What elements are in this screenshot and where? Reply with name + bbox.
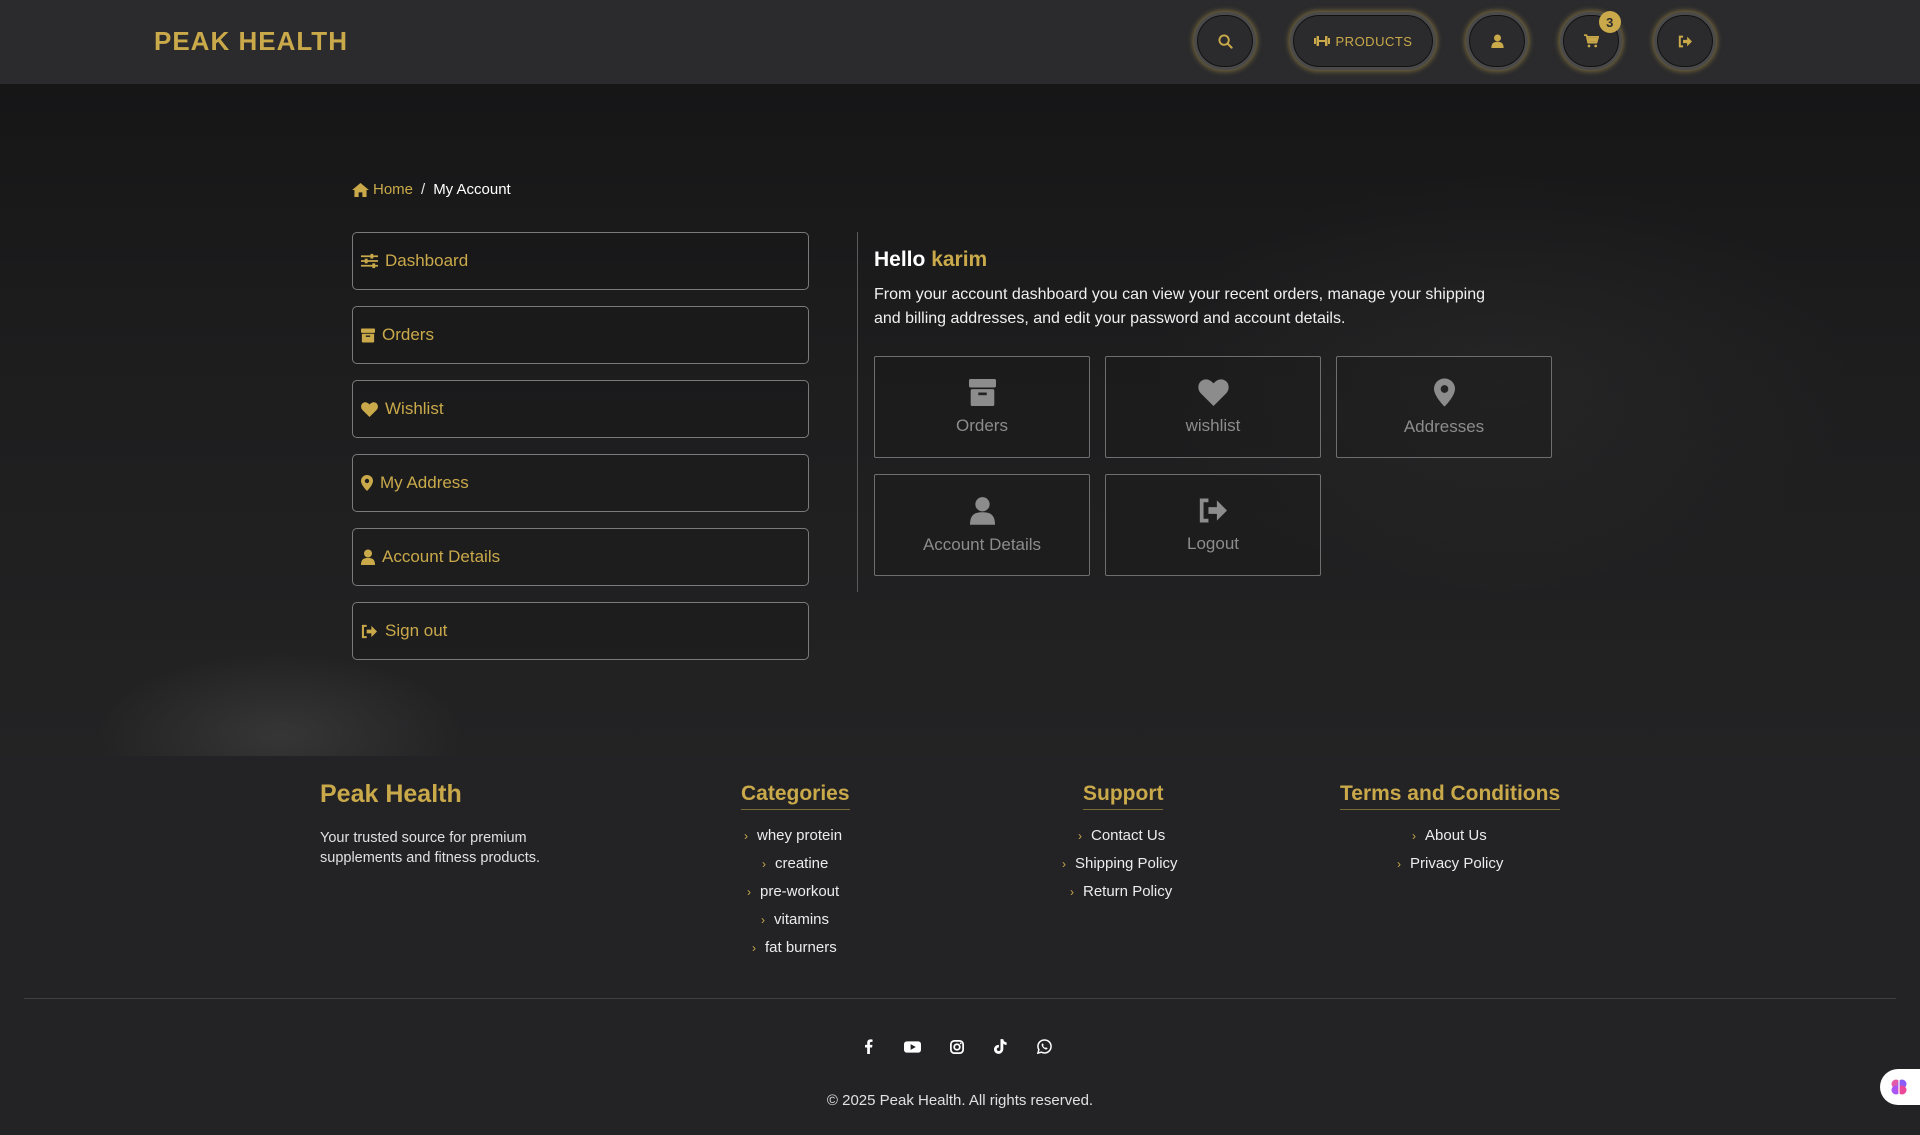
footer-link-fat-burners[interactable]: › fat burners bbox=[752, 939, 837, 956]
greeting-text: Hello bbox=[874, 248, 926, 271]
footer-link-privacy-policy[interactable]: › Privacy Policy bbox=[1397, 855, 1503, 872]
sidebar-item-orders[interactable]: Orders bbox=[352, 306, 809, 364]
sign-out-button[interactable] bbox=[1654, 12, 1716, 70]
brand-logo[interactable]: PEAK HEALTH bbox=[154, 26, 348, 57]
footer-link-return-policy[interactable]: › Return Policy bbox=[1070, 883, 1172, 900]
tiktok-icon[interactable] bbox=[990, 1036, 1011, 1057]
copyright-text: © 2025 Peak Health. All rights reserved. bbox=[826, 1092, 1094, 1109]
youtube-icon[interactable] bbox=[902, 1036, 923, 1057]
footer-link-pre-workout[interactable]: › pre-workout bbox=[747, 883, 839, 900]
floating-assistant-button[interactable] bbox=[1880, 1069, 1920, 1105]
sidebar-item-label: Wishlist bbox=[385, 399, 444, 418]
brain-icon bbox=[1891, 1079, 1907, 1095]
map-pin-icon bbox=[361, 475, 373, 491]
heart-icon bbox=[1197, 378, 1229, 406]
tile-account-details[interactable]: Account Details bbox=[874, 474, 1090, 576]
tile-label: Orders bbox=[956, 415, 1008, 435]
sidebar-item-dashboard[interactable]: Dashboard bbox=[352, 232, 809, 290]
footer-link-shipping-policy[interactable]: › Shipping Policy bbox=[1062, 855, 1178, 872]
instagram-icon[interactable] bbox=[946, 1036, 967, 1057]
sidebar-item-sign-out[interactable]: Sign out bbox=[352, 602, 809, 660]
box-icon bbox=[968, 378, 996, 406]
tile-label: Logout bbox=[1187, 533, 1239, 553]
footer-link-whey-protein[interactable]: › whey protein bbox=[744, 827, 842, 844]
user-icon bbox=[1490, 34, 1504, 48]
username: karim bbox=[931, 248, 988, 271]
search-icon bbox=[1217, 33, 1233, 49]
breadcrumb-separator: / bbox=[421, 181, 426, 198]
footer-link-vitamins[interactable]: › vitamins bbox=[761, 911, 829, 928]
dashboard-intro: From your account dashboard you can view… bbox=[874, 286, 1485, 327]
sidebar-item-label: Account Details bbox=[382, 547, 501, 566]
cart-button[interactable]: 3 bbox=[1560, 11, 1622, 70]
sidebar-item-wishlist[interactable]: Wishlist bbox=[352, 380, 809, 438]
products-label: PRODUCTS bbox=[1335, 33, 1413, 49]
footer-brand: Peak Health bbox=[320, 780, 462, 808]
breadcrumb-current: My Account bbox=[433, 181, 511, 198]
footer-link-contact-us[interactable]: › Contact Us bbox=[1078, 827, 1165, 844]
user-icon bbox=[969, 496, 995, 525]
tile-label: Account Details bbox=[922, 534, 1042, 554]
facebook-icon[interactable] bbox=[858, 1036, 879, 1057]
cart-count-badge: 3 bbox=[1599, 11, 1621, 33]
social-links bbox=[858, 1036, 1055, 1057]
tile-logout[interactable]: Logout bbox=[1105, 474, 1321, 576]
footer-link-creatine[interactable]: › creatine bbox=[762, 855, 828, 872]
footer-support-title: Support bbox=[1083, 782, 1164, 810]
tile-wishlist[interactable]: wishlist bbox=[1105, 356, 1321, 458]
footer-description: Your trusted source for premium suppleme… bbox=[320, 830, 541, 866]
footer: Peak Health Your trusted source for prem… bbox=[0, 756, 1920, 1135]
tile-label: wishlist bbox=[1185, 415, 1241, 435]
sidebar-item-account-details[interactable]: Account Details bbox=[352, 528, 809, 586]
whatsapp-icon[interactable] bbox=[1034, 1036, 1055, 1057]
sidebar-item-my-address[interactable]: My Address bbox=[352, 454, 809, 512]
tile-addresses[interactable]: Addresses bbox=[1336, 356, 1552, 458]
vertical-divider bbox=[857, 232, 858, 592]
cart-icon bbox=[1583, 34, 1599, 48]
breadcrumb: Home / My Account bbox=[352, 181, 511, 198]
sign-out-icon bbox=[361, 624, 377, 638]
sliders-icon bbox=[361, 253, 378, 269]
sidebar-item-label: Orders bbox=[382, 325, 434, 344]
footer-link-about-us[interactable]: › About Us bbox=[1412, 827, 1487, 844]
home-icon bbox=[352, 182, 369, 197]
user-icon bbox=[361, 549, 375, 565]
sidebar-item-label: Sign out bbox=[385, 621, 448, 640]
footer-terms-title: Terms and Conditions bbox=[1340, 782, 1561, 810]
tile-orders[interactable]: Orders bbox=[874, 356, 1090, 458]
navbar: PEAK HEALTH PRODUCTS 3 bbox=[0, 0, 1920, 84]
sign-out-icon bbox=[1678, 35, 1692, 47]
sign-out-icon bbox=[1199, 498, 1227, 522]
sidebar-item-label: Dashboard bbox=[385, 251, 469, 270]
greeting: Hello karim bbox=[874, 248, 987, 272]
account-button[interactable] bbox=[1466, 12, 1528, 70]
map-pin-icon bbox=[1433, 378, 1455, 406]
footer-categories-title: Categories bbox=[741, 782, 850, 810]
footer-divider bbox=[24, 998, 1896, 999]
tile-label: Addresses bbox=[1403, 416, 1485, 436]
breadcrumb-home-label: Home bbox=[373, 181, 414, 198]
account-section: Home / My Account Dashboard Orders Wishl… bbox=[0, 84, 1920, 756]
dumbbell-icon bbox=[1313, 36, 1330, 46]
breadcrumb-home[interactable]: Home bbox=[352, 181, 413, 198]
products-button[interactable]: PRODUCTS bbox=[1290, 12, 1436, 70]
box-icon bbox=[361, 328, 375, 342]
sidebar-item-label: My Address bbox=[380, 473, 469, 492]
heart-icon bbox=[361, 401, 378, 417]
search-button[interactable] bbox=[1194, 12, 1256, 70]
